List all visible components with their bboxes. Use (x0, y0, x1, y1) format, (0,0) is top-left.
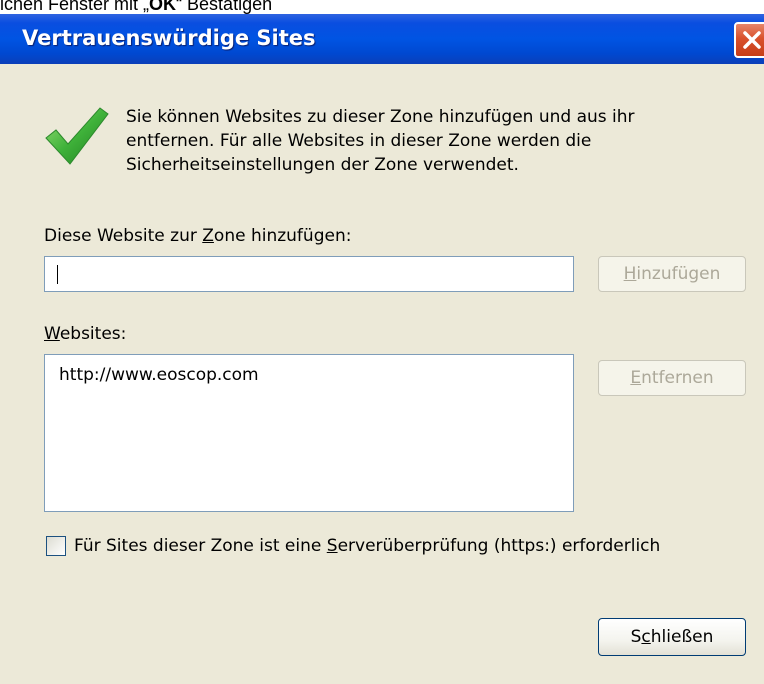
server-check-label-before: Für Sites dieser Zone ist eine (74, 536, 327, 556)
server-check-label[interactable]: Für Sites dieser Zone ist eine Serverübe… (74, 536, 660, 556)
remove-button-label: ntfernen (641, 368, 714, 388)
remove-button-accesskey: E (630, 368, 642, 388)
add-site-label-before: Diese Website zur (44, 226, 203, 246)
caption-bold: OK (149, 0, 177, 14)
close-button-accesskey: c (641, 627, 651, 647)
window-title: Vertrauenswürdige Sites (22, 26, 316, 50)
add-site-input[interactable] (44, 256, 574, 292)
caption-prefix: ichen Fenster mit „ (0, 0, 150, 14)
close-dialog-button[interactable]: Sc hließen (598, 618, 746, 656)
title-bar[interactable]: Vertrauenswürdige Sites (0, 14, 764, 64)
server-check-checkbox[interactable] (46, 536, 66, 556)
remove-button[interactable]: Entfernen (598, 360, 746, 396)
list-item[interactable]: http://www.eoscop.com (59, 365, 259, 385)
server-check-label-accesskey: S (326, 536, 338, 556)
websites-label: Websites: (44, 324, 126, 344)
add-button-accesskey: H (623, 264, 637, 284)
close-icon (743, 31, 761, 49)
websites-list[interactable]: http://www.eoscop.com (44, 354, 574, 512)
add-button-label: inzufügen (636, 264, 721, 284)
add-button[interactable]: Hinzufügen (598, 256, 746, 292)
server-check-label-after: erverüberprüfung (https:) erforderlich (337, 536, 661, 556)
add-site-label-accesskey: Z (202, 226, 214, 246)
caption-suffix: “ Bestätigen (176, 0, 273, 14)
close-button[interactable] (734, 22, 764, 58)
add-site-label-after: one hinzufügen: (213, 226, 352, 246)
checkmark-icon (45, 107, 109, 165)
close-button-label-before: S (630, 627, 642, 647)
add-site-label: Diese Website zur Zone hinzufügen: (44, 226, 351, 246)
close-button-label-after: hließen (650, 627, 714, 647)
websites-label-rest: ebsites: (59, 324, 127, 344)
info-text: Sie können Websites zu dieser Zone hinzu… (126, 107, 635, 175)
document-caption: ichen Fenster mit „OK“ Bestätigen (0, 0, 272, 14)
text-caret (57, 265, 58, 284)
websites-label-accesskey: W (44, 324, 60, 344)
